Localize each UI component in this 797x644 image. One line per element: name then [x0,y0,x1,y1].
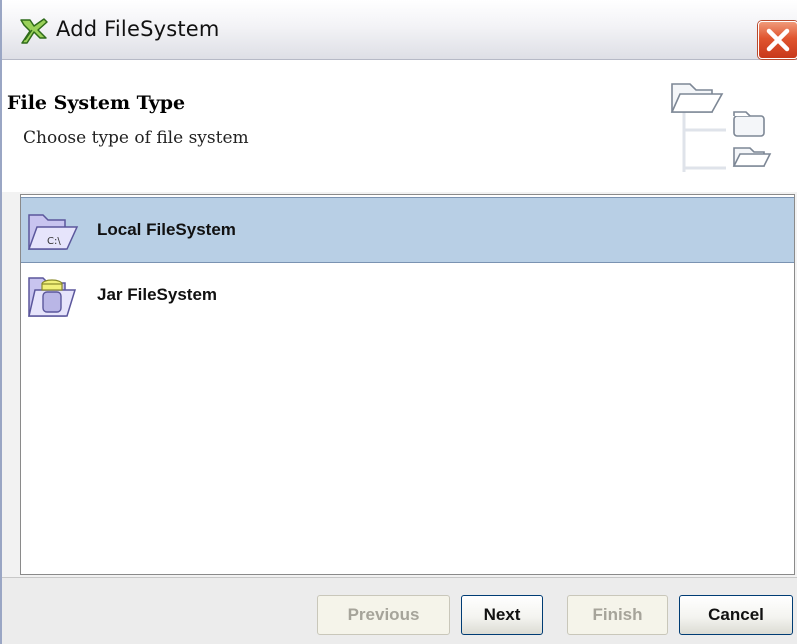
page-subtitle: Choose type of file system [23,128,249,148]
jar-folder-icon [25,272,81,320]
page-title: File System Type [7,92,186,114]
filesystem-type-list[interactable]: C:\ Local FileSystem Jar FileSystem [20,194,795,575]
list-item-label: Jar FileSystem [97,285,218,304]
close-button[interactable] [758,21,797,59]
folder-tree-icon [666,78,776,178]
content-area: C:\ Local FileSystem Jar FileSystem [2,192,797,577]
filesystem-wizard-icon [18,16,50,48]
list-item-jar-filesystem[interactable]: Jar FileSystem [21,263,794,329]
list-item-label: Local FileSystem [97,220,236,239]
window-title: Add FileSystem [56,17,220,41]
svg-text:C:\: C:\ [47,236,61,247]
finish-button[interactable]: Finish [567,595,668,635]
wizard-header: File System Type Choose type of file sys… [4,60,797,193]
previous-button[interactable]: Previous [317,595,450,635]
title-bar[interactable]: Add FileSystem [2,0,797,60]
cancel-button[interactable]: Cancel [679,595,793,635]
add-filesystem-dialog: Add FileSystem File System Type Choose t… [0,0,797,644]
next-button[interactable]: Next [461,595,543,635]
button-bar: Previous Next Finish Cancel [2,577,797,644]
local-drive-folder-icon: C:\ [25,207,81,255]
list-item-local-filesystem[interactable]: C:\ Local FileSystem [21,197,794,263]
